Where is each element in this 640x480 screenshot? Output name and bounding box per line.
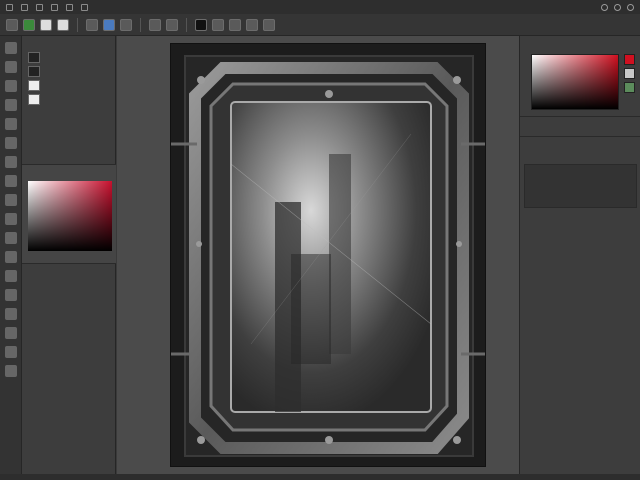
menu-icon[interactable] — [36, 3, 43, 11]
app-icon — [6, 3, 13, 11]
hand-tool-icon[interactable] — [4, 346, 17, 358]
text-tool-icon[interactable] — [4, 289, 17, 301]
layers-panel — [22, 36, 116, 474]
brush-tool-icon[interactable] — [4, 137, 17, 149]
transform-icon[interactable] — [166, 18, 178, 31]
color-panel-title — [22, 165, 116, 179]
white-layer-icon[interactable] — [40, 18, 52, 31]
option-icon[interactable] — [229, 18, 241, 31]
move-tool-icon[interactable] — [4, 42, 17, 54]
layer-thumbnail — [28, 79, 40, 91]
options-toolbar — [0, 14, 640, 36]
healing-tool-icon[interactable] — [4, 118, 17, 130]
panel-title — [22, 36, 115, 50]
color-field[interactable] — [28, 181, 112, 251]
close-icon[interactable] — [627, 3, 634, 11]
status-bar — [0, 474, 640, 480]
green-image-icon[interactable] — [23, 18, 35, 31]
blue-image-icon[interactable] — [103, 18, 115, 31]
layer-row[interactable] — [22, 92, 115, 106]
tool-preset-icon[interactable] — [6, 18, 18, 31]
mode-icon[interactable] — [120, 18, 132, 31]
maximize-icon[interactable] — [614, 3, 621, 11]
menu-icon[interactable] — [66, 3, 73, 11]
brush-thumbnail — [28, 93, 40, 105]
title-bar — [0, 0, 640, 14]
zoom-tool-icon[interactable] — [4, 365, 17, 377]
tool-strip — [0, 36, 22, 474]
option-icon[interactable] — [263, 18, 275, 31]
right-panel — [519, 36, 640, 474]
document-icon[interactable] — [57, 18, 69, 31]
color-picker-panel — [22, 164, 116, 264]
layer-thumbnail — [28, 65, 40, 77]
brush-icon[interactable] — [86, 18, 98, 31]
option-icon[interactable] — [212, 18, 224, 31]
blur-tool-icon[interactable] — [4, 232, 17, 244]
gradient-tool-icon[interactable] — [4, 213, 17, 225]
document-canvas[interactable] — [170, 43, 486, 467]
path-select-icon[interactable] — [4, 308, 17, 320]
history-brush-icon[interactable] — [4, 175, 17, 187]
separator — [77, 17, 78, 32]
option-icon[interactable] — [246, 18, 258, 31]
light-swatch[interactable] — [624, 68, 635, 79]
color-picker-field[interactable] — [531, 54, 619, 110]
menu-icon[interactable] — [51, 3, 58, 11]
canvas-area[interactable] — [117, 36, 519, 474]
layer-row[interactable] — [22, 50, 115, 64]
eyedropper-tool-icon[interactable] — [4, 99, 17, 111]
stamp-tool-icon[interactable] — [4, 156, 17, 168]
separator — [140, 17, 141, 32]
minimize-icon[interactable] — [601, 3, 608, 11]
divider — [520, 116, 640, 117]
black-swatch-icon[interactable] — [195, 18, 207, 31]
menu-icon[interactable] — [81, 3, 88, 11]
crop-tool-icon[interactable] — [4, 80, 17, 92]
layer-row[interactable] — [22, 64, 115, 78]
eraser-tool-icon[interactable] — [4, 194, 17, 206]
layer-thumbnail — [28, 51, 40, 63]
layer-row[interactable] — [22, 78, 115, 92]
editor-window — [0, 0, 640, 480]
shape-tool-icon[interactable] — [4, 327, 17, 339]
layer-item[interactable] — [524, 164, 637, 208]
pen-tool-icon[interactable] — [4, 270, 17, 282]
dodge-tool-icon[interactable] — [4, 251, 17, 263]
red-swatch[interactable] — [624, 54, 635, 65]
green-swatch[interactable] — [624, 82, 635, 93]
sci-fi-frame-artwork — [171, 44, 485, 466]
lasso-tool-icon[interactable] — [4, 61, 17, 73]
swatch-column — [624, 54, 635, 93]
divider — [520, 136, 640, 137]
selection-icon[interactable] — [149, 18, 161, 31]
menu-icon[interactable] — [21, 3, 28, 11]
separator — [186, 17, 187, 32]
